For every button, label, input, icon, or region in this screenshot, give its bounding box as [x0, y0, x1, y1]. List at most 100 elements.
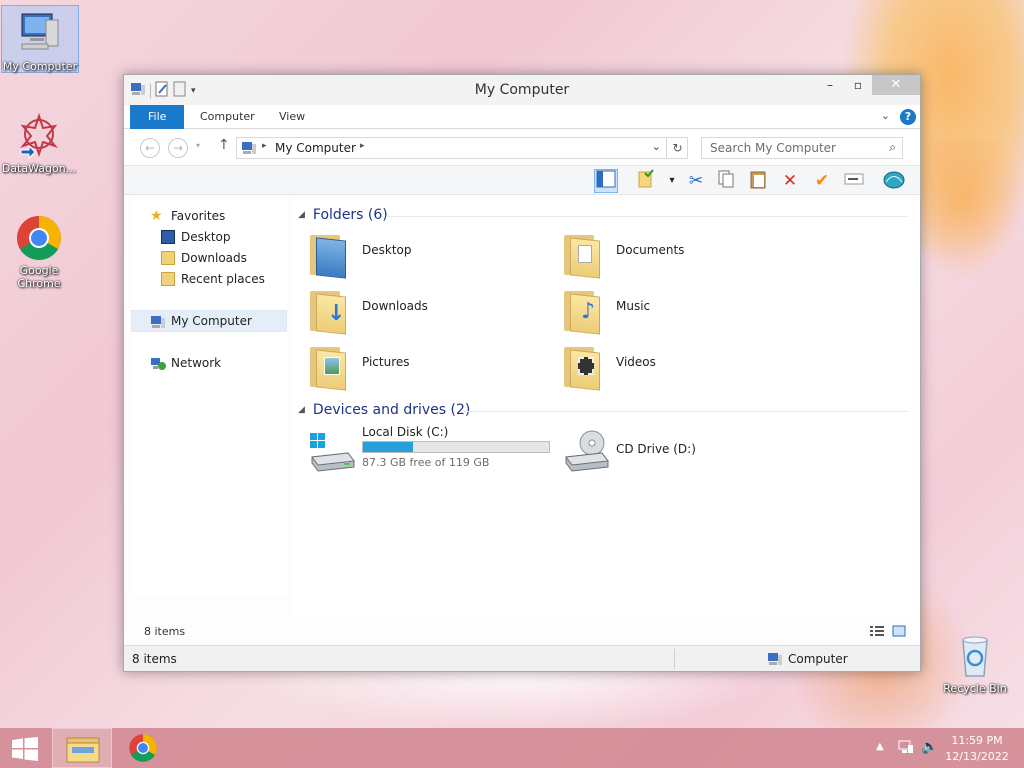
chrome-icon: [129, 734, 157, 762]
star-icon: ★: [150, 208, 163, 224]
group-header-devices[interactable]: ◢ Devices and drives (2): [298, 402, 470, 418]
status-item-count: 8 items: [132, 652, 177, 666]
desktop-folder-icon: [310, 231, 348, 279]
minimize-button[interactable]: –: [816, 75, 844, 95]
start-button[interactable]: [0, 728, 50, 768]
command-toolbar: ▾ ✂ ✕ ✔: [124, 165, 920, 195]
breadcrumb-chevron-icon[interactable]: ▸: [262, 141, 267, 151]
folder-tile-downloads[interactable]: ↓ Downloads: [300, 283, 550, 335]
nav-my-computer[interactable]: My Computer: [131, 310, 287, 332]
window-controls: – ▫ ✕: [816, 75, 920, 95]
desktop-icon-google-chrome[interactable]: Google Chrome: [0, 210, 78, 290]
local-disk-icon: [308, 431, 356, 476]
breadcrumb-chevron-icon[interactable]: ▸: [360, 141, 365, 151]
nav-desktop[interactable]: Desktop: [131, 226, 287, 248]
preview-pane-icon[interactable]: [594, 169, 618, 193]
navigation-pane: ★ Favorites Desktop Downloads Recent pla…: [131, 197, 287, 597]
clock-date: 12/13/2022: [945, 750, 1009, 763]
local-disk-usage-fill: [363, 442, 414, 452]
file-explorer-icon: [66, 737, 100, 763]
desktop-icon-label: DataWagon...: [1, 162, 77, 175]
folder-tile-desktop[interactable]: Desktop: [300, 227, 550, 279]
close-button[interactable]: ✕: [872, 75, 920, 95]
title-bar[interactable]: ▾ My Computer – ▫ ✕: [124, 75, 920, 105]
show-hidden-icons-icon[interactable]: ▲: [876, 741, 884, 752]
network-icon: [150, 356, 166, 370]
desktop-icon-label: Google Chrome: [17, 264, 61, 290]
paste-icon[interactable]: [746, 169, 770, 193]
breadcrumb-my-computer[interactable]: My Computer: [275, 141, 356, 155]
documents-folder-icon: [564, 231, 602, 279]
cd-drive-icon: [562, 429, 610, 476]
maximize-button[interactable]: ▫: [844, 75, 872, 95]
nav-recent-places[interactable]: Recent places: [131, 268, 287, 290]
folder-tile-videos[interactable]: Videos: [554, 339, 804, 391]
folder-tile-documents[interactable]: Documents: [554, 227, 804, 279]
rename-field-icon[interactable]: [842, 169, 866, 193]
rename-check-icon[interactable]: ✔: [810, 169, 834, 193]
search-placeholder: Search My Computer: [710, 141, 836, 155]
clock[interactable]: 11:59 PM 12/13/2022: [942, 733, 1012, 765]
large-icons-view-icon[interactable]: [892, 625, 906, 640]
address-dropdown-icon[interactable]: ⌄: [652, 140, 661, 153]
group-divider: [464, 411, 908, 412]
downloads-folder-icon: ↓: [310, 287, 348, 335]
collapse-triangle-icon[interactable]: ◢: [298, 210, 305, 220]
back-button[interactable]: ←: [140, 138, 160, 158]
nav-downloads[interactable]: Downloads: [131, 247, 287, 269]
copy-icon[interactable]: [714, 169, 738, 193]
refresh-icon[interactable]: ↻: [666, 137, 688, 159]
help-icon[interactable]: ?: [900, 109, 916, 125]
local-disk-name: Local Disk (C:): [362, 425, 449, 439]
collapse-triangle-icon[interactable]: ◢: [298, 405, 305, 415]
delete-icon[interactable]: ✕: [778, 169, 802, 193]
desktop-icon: [161, 230, 175, 244]
forward-button[interactable]: →: [168, 138, 188, 158]
local-disk-free-space: 87.3 GB free of 119 GB: [362, 456, 490, 469]
cut-icon[interactable]: ✂: [684, 169, 708, 193]
computer-icon: [16, 10, 64, 58]
address-box[interactable]: ▸ My Computer ▸ ⌄ ↻: [236, 137, 688, 159]
status-separator: [674, 649, 675, 669]
tab-file[interactable]: File: [130, 105, 185, 129]
shell-icon[interactable]: [882, 169, 906, 193]
tab-view[interactable]: View: [265, 105, 319, 129]
recent-places-icon: [161, 272, 175, 286]
content-pane: ◢ Folders (6) Desktop Documents ↓ Downloa…: [292, 197, 912, 617]
drive-tile-cd-drive[interactable]: CD Drive (D:): [554, 425, 804, 477]
group-header-folders[interactable]: ◢ Folders (6): [298, 207, 388, 223]
status-bar: 8 items Computer: [124, 645, 920, 671]
nav-network[interactable]: Network: [131, 352, 287, 374]
properties-icon[interactable]: [634, 169, 658, 193]
downloads-folder-icon: [161, 251, 175, 265]
volume-icon[interactable]: 🔈: [921, 739, 938, 755]
computer-small-icon: [241, 141, 257, 158]
up-button[interactable]: ↑: [218, 137, 230, 153]
tab-computer[interactable]: Computer: [186, 105, 269, 129]
expand-ribbon-icon[interactable]: ⌄: [881, 109, 890, 122]
desktop-icon-my-computer[interactable]: My Computer: [1, 5, 79, 73]
computer-small-icon: [150, 314, 165, 328]
nav-favorites[interactable]: ★ Favorites: [131, 205, 287, 227]
pictures-folder-icon: [310, 343, 348, 391]
cd-drive-name: CD Drive (D:): [616, 442, 696, 456]
address-bar-row: ← → ▾ ↑ ▸ My Computer ▸ ⌄ ↻ Search My Co…: [124, 129, 920, 165]
ribbon-tabs: File Computer View ⌄ ?: [124, 105, 920, 129]
search-box[interactable]: Search My Computer ⌕: [701, 137, 903, 159]
details-view-icon[interactable]: [869, 625, 885, 640]
desktop-icon-datawagon[interactable]: DataWagon...: [0, 108, 78, 175]
music-folder-icon: ♪: [564, 287, 602, 335]
recycle-bin-icon: [951, 632, 999, 680]
folder-tile-pictures[interactable]: Pictures: [300, 339, 550, 391]
search-icon[interactable]: ⌕: [889, 140, 896, 155]
taskbar: ▲ 🔈 11:59 PM 12/13/2022: [0, 728, 1024, 768]
taskbar-chrome[interactable]: [114, 728, 174, 768]
clock-time: 11:59 PM: [951, 734, 1003, 747]
recent-locations-icon[interactable]: ▾: [196, 141, 200, 150]
network-tray-icon[interactable]: [898, 739, 914, 758]
folder-tile-music[interactable]: ♪ Music: [554, 283, 804, 335]
properties-dropdown-icon[interactable]: ▾: [660, 169, 684, 193]
taskbar-file-explorer[interactable]: [52, 728, 112, 768]
desktop-icon-recycle-bin[interactable]: Recycle Bin: [936, 628, 1014, 695]
group-divider: [386, 216, 908, 217]
